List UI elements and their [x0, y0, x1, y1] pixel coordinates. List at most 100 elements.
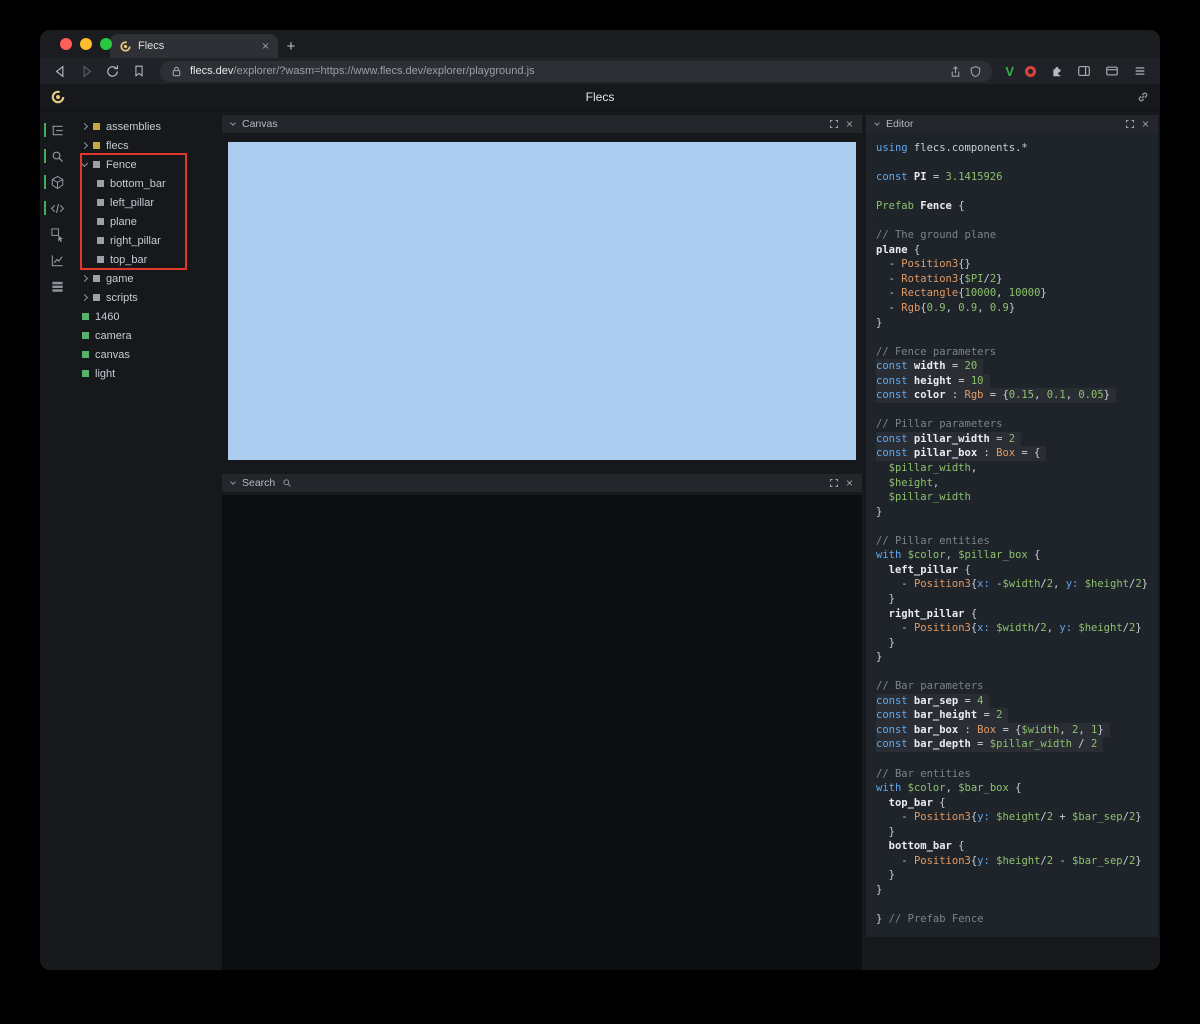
search-icon[interactable]	[40, 143, 74, 169]
tree-item-flecs[interactable]: flecs	[74, 136, 222, 155]
rows-icon[interactable]	[40, 273, 74, 299]
entity-tree-icon[interactable]	[40, 117, 74, 143]
reload-icon[interactable]	[104, 63, 121, 79]
code-line: const pillar_width = 2	[876, 431, 1022, 447]
back-icon[interactable]	[52, 63, 69, 79]
code-line: const width = 20	[876, 359, 984, 374]
tab-title: Flecs	[138, 40, 165, 52]
canvas-panel-title: Canvas	[242, 118, 278, 130]
code-line: const bar_height = 2	[876, 708, 1009, 723]
chart-icon[interactable]	[40, 247, 74, 273]
forward-icon[interactable]	[78, 63, 95, 79]
puzzle-icon[interactable]	[1047, 63, 1064, 79]
collapse-chevron-icon[interactable]	[230, 120, 236, 126]
tab-close-icon[interactable]: ×	[262, 39, 269, 53]
tree-item-1460[interactable]: 1460	[74, 307, 222, 326]
close-icon[interactable]: ×	[846, 477, 853, 489]
search-icon	[282, 478, 292, 488]
canvas-viewport[interactable]	[228, 142, 856, 460]
code-editor[interactable]: using flecs.components.* const PI = 3.141…	[866, 133, 1158, 937]
zoom-window-button[interactable]	[100, 38, 112, 50]
tree-item-left_pillar[interactable]: left_pillar	[74, 193, 222, 212]
collapse-chevron-icon[interactable]	[80, 159, 89, 168]
page-title: Flecs	[585, 90, 615, 104]
tree-item-label: light	[95, 367, 116, 380]
tree-item-game[interactable]: game	[74, 269, 222, 288]
flecs-logo-icon	[50, 89, 66, 105]
code-line: }	[876, 825, 895, 838]
entity-icon	[93, 275, 100, 282]
entity-icon	[93, 142, 100, 149]
extension-red-icon[interactable]	[1025, 65, 1036, 77]
cube-icon[interactable]	[40, 169, 74, 195]
browser-tab[interactable]: Flecs ×	[110, 34, 278, 58]
minimize-window-button[interactable]	[80, 38, 92, 50]
code-line: const pillar_box : Box = {	[876, 446, 1047, 462]
entity-icon	[82, 370, 89, 377]
code-line: const PI = 3.1415926	[876, 171, 1003, 184]
tree-item-scripts[interactable]: scripts	[74, 288, 222, 307]
tree-item-bottom_bar[interactable]: bottom_bar	[74, 174, 222, 193]
close-window-button[interactable]	[60, 38, 72, 50]
search-panel-header: Search ×	[222, 474, 862, 492]
canvas-panel-header: Canvas ×	[222, 115, 862, 133]
entity-tree: assemblies flecs Fence bottom_bar left_pilla…	[74, 117, 222, 383]
share-icon[interactable]	[949, 65, 962, 78]
tree-item-canvas[interactable]: canvas	[74, 345, 222, 364]
fullscreen-icon[interactable]	[1125, 119, 1135, 129]
tree-item-assemblies[interactable]: assemblies	[74, 117, 222, 136]
link-icon[interactable]	[1136, 90, 1150, 104]
code-line: top_bar {	[876, 796, 946, 809]
collapse-chevron-icon[interactable]	[230, 479, 236, 485]
tree-item-camera[interactable]: camera	[74, 326, 222, 345]
expand-chevron-icon[interactable]	[80, 122, 89, 131]
expand-chevron-icon[interactable]	[80, 274, 89, 283]
fullscreen-icon[interactable]	[829, 478, 839, 488]
browser-toolbar: flecs.dev/explorer/?wasm=https://www.fle…	[40, 58, 1160, 84]
code-line: }	[876, 883, 883, 896]
inspect-icon[interactable]	[40, 221, 74, 247]
entity-icon	[93, 123, 100, 130]
code-line: Prefab Fence {	[876, 200, 965, 213]
code-line: with $color, $pillar_box {	[876, 549, 1041, 562]
bookmark-icon[interactable]	[130, 63, 147, 79]
tree-item-top_bar[interactable]: top_bar	[74, 250, 222, 269]
code-line: - Rgb{0.9, 0.9, 0.9}	[876, 302, 1016, 315]
editor-panel-header: Editor ×	[866, 115, 1158, 133]
code-line: right_pillar {	[876, 607, 978, 620]
close-icon[interactable]: ×	[846, 118, 853, 130]
expand-chevron-icon[interactable]	[80, 293, 89, 302]
tree-item-label: camera	[95, 329, 132, 342]
entity-icon	[93, 161, 100, 168]
collapse-chevron-icon[interactable]	[874, 120, 880, 126]
shield-icon[interactable]	[969, 65, 982, 78]
url-bar[interactable]: flecs.dev/explorer/?wasm=https://www.fle…	[160, 60, 993, 82]
expand-chevron-icon[interactable]	[80, 141, 89, 150]
extension-v-icon[interactable]: V	[1005, 64, 1014, 79]
entity-icon	[97, 180, 104, 187]
tree-item-label: 1460	[95, 310, 120, 323]
code-icon[interactable]	[40, 195, 74, 221]
tree-item-Fence[interactable]: Fence	[74, 155, 222, 174]
wallet-icon[interactable]	[1103, 63, 1120, 79]
code-line: - Position3{y: $height/2 - $bar_sep/2}	[876, 854, 1142, 867]
fullscreen-icon[interactable]	[829, 119, 839, 129]
tree-item-light[interactable]: light	[74, 364, 222, 383]
tree-item-right_pillar[interactable]: right_pillar	[74, 231, 222, 250]
tree-item-label: game	[106, 272, 134, 285]
tree-item-plane[interactable]: plane	[74, 212, 222, 231]
tree-item-label: plane	[110, 215, 137, 228]
close-icon[interactable]: ×	[1142, 118, 1149, 130]
new-tab-button[interactable]: +	[278, 34, 304, 58]
code-line: }	[876, 651, 883, 664]
entity-icon	[82, 313, 89, 320]
app-body: assemblies flecs Fence bottom_bar left_pilla…	[40, 111, 1160, 970]
menu-icon[interactable]	[1131, 63, 1148, 79]
code-line: - Position3{x: -$width/2, y: $height/2}	[876, 578, 1148, 591]
code-line: // Fence parameters	[876, 345, 997, 358]
sidebar-panel-icon[interactable]	[1075, 63, 1092, 79]
